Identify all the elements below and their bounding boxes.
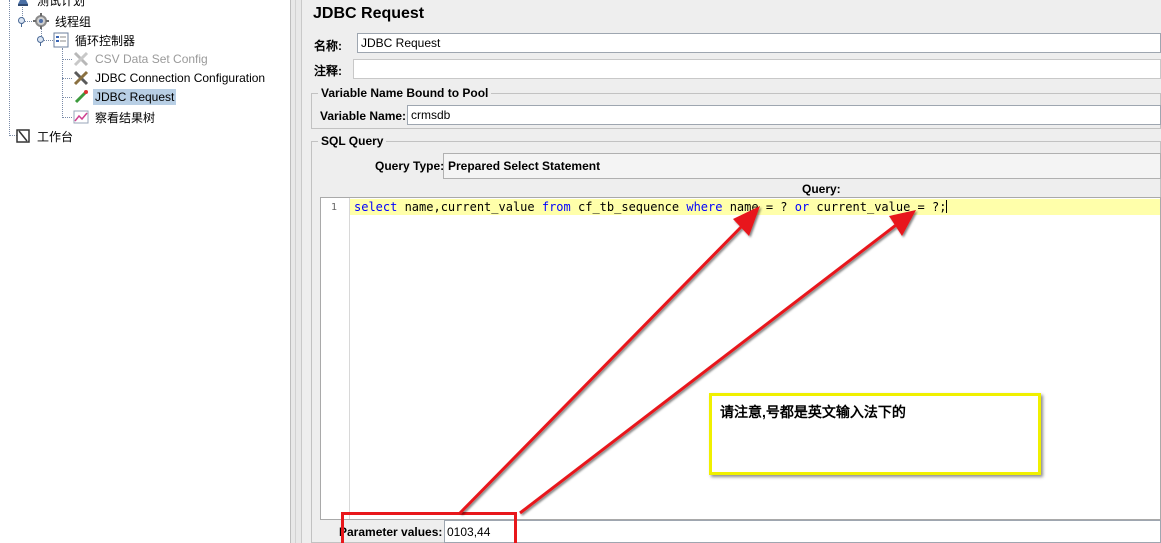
tree-item-label: JDBC Connection Configuration (95, 71, 266, 85)
sql-keyword: where (686, 200, 723, 214)
line-number-gutter: 1 (321, 198, 350, 519)
tree-item-loop-controller[interactable]: 循环控制器 (52, 31, 137, 49)
tree-item-test-plan[interactable]: 测试计划 (14, 0, 87, 9)
page-title: JDBC Request (313, 5, 425, 22)
tree-item-jdbc-request[interactable]: JDBC Request (72, 88, 177, 106)
name-field[interactable]: JDBC Request (357, 33, 1161, 53)
sql-text: name,current_value (397, 200, 542, 214)
tree-item-label: 工作台 (37, 129, 74, 144)
tree-item-jdbc-connection[interactable]: JDBC Connection Configuration (72, 69, 267, 87)
text-caret (946, 200, 948, 213)
sql-keyword: or (794, 200, 810, 214)
tree-item-label: 察看结果树 (95, 110, 156, 125)
tree-item-label: JDBC Request (93, 89, 177, 105)
tree-item-workbench[interactable]: 工作台 (14, 127, 75, 145)
expand-toggle[interactable] (18, 17, 25, 27)
variable-name-label: Variable Name: (320, 109, 407, 123)
tree-item-label: 线程组 (55, 14, 92, 29)
tree-connector (62, 97, 72, 98)
tree-connector (62, 117, 72, 118)
loop-controller-icon (52, 31, 70, 49)
tree-item-label: 循环控制器 (75, 33, 136, 48)
tree-item-label: CSV Data Set Config (95, 52, 208, 66)
line-number: 1 (331, 202, 338, 213)
annotation-note: 请注意,号都是英文输入法下的 (709, 393, 1041, 475)
sql-text: current_value = ?; (809, 200, 947, 214)
query-type-label: Query Type: (375, 159, 445, 173)
variable-name-field[interactable]: crmsdb (407, 105, 1161, 125)
split-pane-divider[interactable] (290, 0, 302, 543)
highlight-rectangle (341, 512, 517, 543)
parameter-values-field[interactable]: 0103,44 (444, 520, 1161, 543)
annotation-note-text: 请注意,号都是英文输入法下的 (720, 404, 906, 420)
tree-item-thread-group[interactable]: 线程组 (32, 12, 93, 30)
workbench-icon (14, 127, 32, 145)
expand-toggle[interactable] (37, 36, 44, 46)
tree-connector (62, 59, 72, 60)
name-label: 名称: (314, 39, 342, 53)
test-plan-tree[interactable]: 测试计划 线程组 循环控制器 CSV Data Set Config JDBC … (0, 0, 290, 543)
sql-text: cf_tb_sequence (570, 200, 687, 214)
wrench-icon (72, 69, 90, 87)
test-plan-icon (14, 0, 32, 9)
tree-item-label: 测试计划 (37, 0, 86, 8)
query-label: Query: (802, 182, 841, 196)
wrench-icon (72, 50, 90, 68)
tree-item-csv-config[interactable]: CSV Data Set Config (72, 50, 210, 68)
chart-icon (72, 108, 90, 126)
sql-text: name = ? (722, 200, 795, 214)
pool-group-title: Variable Name Bound to Pool (318, 86, 492, 100)
comment-label: 注释: (314, 64, 342, 78)
tree-connector (9, 0, 10, 136)
pipette-icon (72, 88, 90, 106)
sql-keyword: select (354, 200, 398, 214)
comment-field[interactable] (353, 59, 1161, 79)
tree-item-results-tree[interactable]: 察看结果树 (72, 108, 157, 126)
query-type-select[interactable]: Prepared Select Statement (443, 153, 1161, 179)
tree-connector (62, 78, 72, 79)
sql-query-group-title: SQL Query (318, 134, 387, 148)
gear-icon (32, 12, 50, 30)
sql-code-line: select name,current_value from cf_tb_seq… (354, 200, 948, 214)
sql-keyword: from (541, 200, 571, 214)
